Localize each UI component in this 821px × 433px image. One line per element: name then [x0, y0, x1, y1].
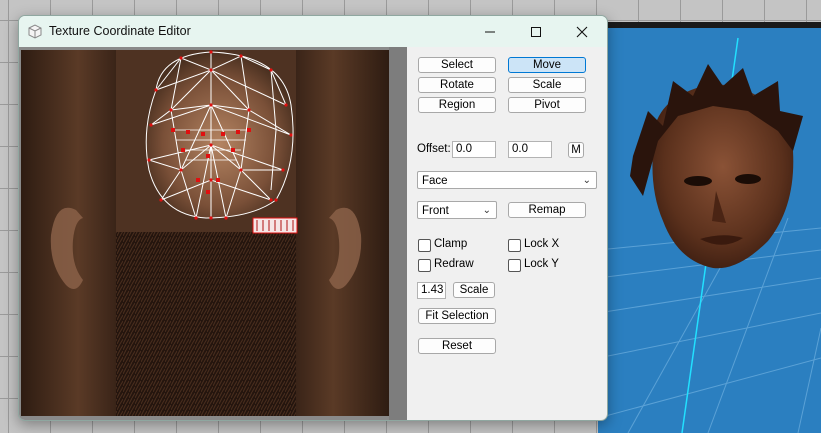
projection-dropdown[interactable]: Front ⌄: [417, 201, 497, 219]
lock-x-label: Lock X: [524, 238, 560, 250]
reset-button[interactable]: Reset: [418, 338, 496, 354]
head-model: [630, 64, 803, 269]
group-dropdown-value: Face: [422, 175, 448, 187]
projection-dropdown-value: Front: [422, 205, 449, 217]
texture-coordinate-editor-dialog: Texture Coordinate Editor Select Move Ro…: [18, 15, 608, 421]
window-title: Texture Coordinate Editor: [49, 24, 191, 38]
scale-value-field[interactable]: 1.43: [417, 282, 446, 299]
pivot-tool-button[interactable]: Pivot: [508, 97, 586, 113]
region-tool-button[interactable]: Region: [418, 97, 496, 113]
uv-texture-image: [21, 50, 389, 416]
offset-y-field[interactable]: 0.0: [508, 141, 552, 158]
uv-canvas-panel: [19, 47, 407, 420]
redraw-label: Redraw: [434, 258, 474, 270]
chevron-down-icon: ⌄: [582, 175, 591, 186]
maximize-button[interactable]: [513, 16, 559, 47]
minimize-button[interactable]: [467, 16, 513, 47]
fit-selection-button[interactable]: Fit Selection: [418, 308, 496, 324]
remap-button[interactable]: Remap: [508, 202, 586, 218]
app-icon: [28, 24, 42, 39]
lock-x-checkbox[interactable]: [508, 239, 521, 252]
3d-viewport[interactable]: [598, 28, 821, 433]
chevron-down-icon: ⌄: [482, 205, 491, 216]
close-icon: [576, 26, 588, 37]
offset-m-button[interactable]: M: [568, 142, 584, 158]
offset-label: Offset:: [417, 143, 451, 155]
lock-y-checkbox[interactable]: [508, 259, 521, 272]
close-button[interactable]: [559, 16, 605, 47]
canvas-side-strip: [389, 47, 407, 420]
clamp-label: Clamp: [434, 238, 468, 250]
clamp-checkbox[interactable]: [418, 239, 431, 252]
lock-y-label: Lock Y: [524, 258, 559, 270]
uv-texture-canvas[interactable]: [21, 50, 389, 416]
group-dropdown[interactable]: Face ⌄: [417, 171, 597, 189]
scale-tool-button[interactable]: Scale: [508, 77, 586, 93]
redraw-checkbox[interactable]: [418, 259, 431, 272]
move-tool-button[interactable]: Move: [508, 57, 586, 73]
scale-apply-button[interactable]: Scale: [453, 282, 495, 298]
title-bar[interactable]: Texture Coordinate Editor: [19, 16, 607, 47]
maximize-icon: [531, 26, 541, 37]
controls-panel: Select Move Rotate Scale Region Pivot Of…: [407, 47, 607, 420]
minimize-icon: [485, 31, 495, 32]
rotate-tool-button[interactable]: Rotate: [418, 77, 496, 93]
select-tool-button[interactable]: Select: [418, 57, 496, 73]
offset-x-field[interactable]: 0.0: [452, 141, 496, 158]
